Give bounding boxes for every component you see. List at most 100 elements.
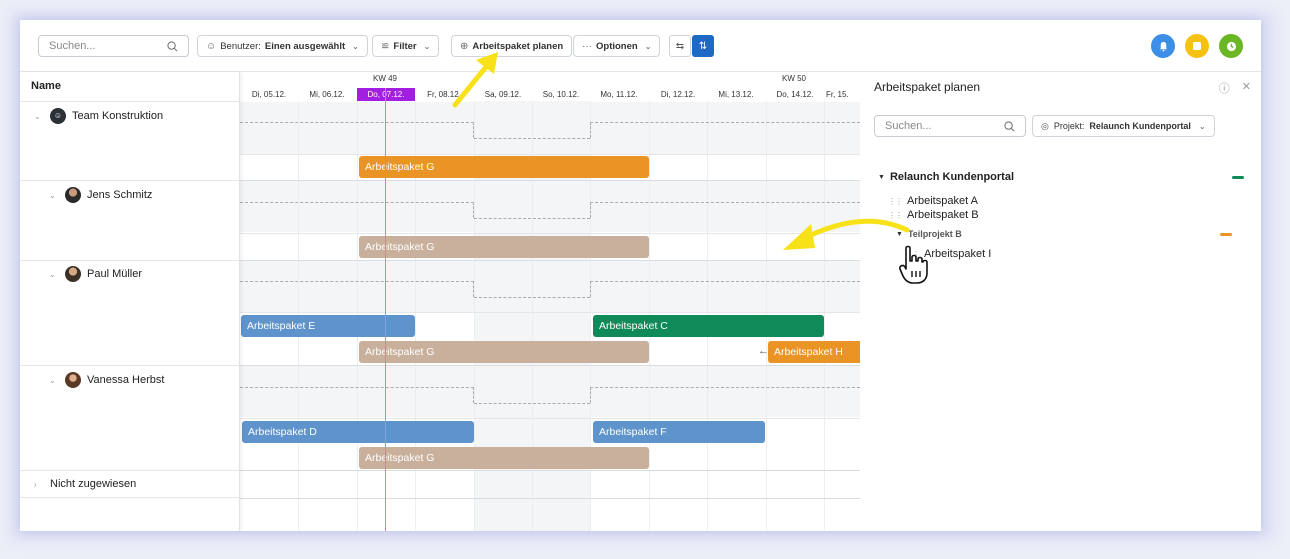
chevron-down-icon[interactable]: ⌄ bbox=[49, 270, 59, 279]
tree-project[interactable]: ▼ Relaunch Kundenportal bbox=[878, 171, 1014, 183]
resource-row-unassigned[interactable]: › Nicht zugewiesen bbox=[34, 478, 136, 490]
filter-button[interactable]: ≌ Filter ⌄ bbox=[372, 35, 440, 57]
users-icon: ☺ bbox=[206, 40, 217, 52]
drag-handle-icon[interactable]: ⋮⋮ bbox=[888, 197, 903, 206]
row-label: Vanessa Herbst bbox=[87, 374, 165, 386]
resource-row-paul[interactable]: ⌄ Paul Müller bbox=[49, 266, 142, 282]
more-icon: ··· bbox=[582, 40, 592, 52]
grid-row-line bbox=[240, 418, 860, 419]
day-header: Mi, 06.12. bbox=[309, 90, 345, 99]
capacity-line bbox=[240, 202, 474, 218]
help-icon[interactable]: ⓘ bbox=[1219, 80, 1230, 96]
chevron-down-icon: ⌄ bbox=[352, 41, 359, 51]
tree-subproject-label: Teilprojekt B bbox=[907, 229, 962, 239]
chevron-down-icon: ⌄ bbox=[1198, 121, 1206, 131]
subproject-color-indicator bbox=[1220, 233, 1232, 236]
work-package-bar[interactable]: Arbeitspaket G bbox=[359, 236, 649, 258]
capacity-line bbox=[590, 387, 860, 403]
filter-icon: ≌ bbox=[381, 40, 390, 52]
sort-toggle-button[interactable]: ⇅ bbox=[692, 35, 714, 57]
notes-button[interactable] bbox=[1185, 34, 1209, 58]
bell-icon bbox=[1159, 41, 1167, 52]
day-header: Do, 14.12. bbox=[776, 90, 814, 99]
grid-row-line bbox=[240, 312, 860, 313]
time-tracking-button[interactable] bbox=[1219, 34, 1243, 58]
day-header: Mi, 13.12. bbox=[718, 90, 754, 99]
avatar bbox=[65, 372, 81, 388]
day-header: Mo, 11.12. bbox=[600, 90, 638, 99]
chevron-down-icon[interactable]: ⌄ bbox=[49, 191, 59, 200]
project-select[interactable]: ◎ Projekt: Relaunch Kundenportal ⌄ bbox=[1032, 115, 1215, 137]
work-package-bar[interactable]: Arbeitspaket C bbox=[593, 315, 824, 337]
chevron-down-icon[interactable]: ⌄ bbox=[49, 376, 59, 385]
panel-search-placeholder: Suchen... bbox=[885, 120, 932, 132]
resource-row-jens[interactable]: ⌄ Jens Schmitz bbox=[49, 187, 152, 203]
day-header: Di, 12.12. bbox=[660, 90, 696, 99]
project-value: Relaunch Kundenportal bbox=[1089, 121, 1191, 131]
capacity-line bbox=[240, 281, 474, 297]
grid-row-line bbox=[240, 233, 860, 234]
resource-row-vanessa[interactable]: ⌄ Vanessa Herbst bbox=[49, 372, 164, 388]
resource-row-team[interactable]: ⌄ ☺ Team Konstruktion bbox=[34, 108, 163, 124]
users-value: Einen ausgewählt bbox=[264, 40, 346, 52]
day-header: So, 10.12. bbox=[542, 90, 580, 99]
row-label: Paul Müller bbox=[87, 268, 143, 280]
notifications-button[interactable] bbox=[1151, 34, 1175, 58]
plan-work-package-panel: Arbeitspaket planen ⓘ ✕ Suchen... ◎ Proj… bbox=[860, 72, 1261, 531]
chevron-down-icon[interactable]: ⌄ bbox=[34, 112, 44, 121]
search-icon bbox=[167, 40, 178, 51]
capacity-line bbox=[590, 281, 860, 297]
row-separator bbox=[240, 498, 860, 499]
work-package-bar[interactable]: Arbeitspaket F bbox=[593, 421, 765, 443]
tree-item[interactable]: ⋮⋮ Arbeitspaket A bbox=[888, 195, 978, 207]
capacity-line bbox=[474, 138, 590, 139]
annotation-arrow-up bbox=[452, 52, 498, 108]
tree-item-label: Arbeitspaket B bbox=[907, 209, 979, 221]
grid-line bbox=[824, 101, 825, 531]
users-filter-button[interactable]: ☺ Benutzer: Einen ausgewählt ⌄ bbox=[197, 35, 368, 57]
capacity-line bbox=[474, 403, 590, 404]
work-package-bar[interactable]: Arbeitspaket G bbox=[359, 341, 649, 363]
work-package-bar[interactable]: Arbeitspaket G bbox=[359, 156, 649, 178]
annotation-arrow-left bbox=[783, 218, 910, 250]
users-label: Benutzer: bbox=[220, 40, 261, 52]
swap-horizontal-button[interactable]: ⇆ bbox=[669, 35, 691, 57]
options-button[interactable]: ··· Optionen ⌄ bbox=[573, 35, 661, 57]
tree-project-label: Relaunch Kundenportal bbox=[889, 171, 1014, 183]
capacity-line bbox=[474, 297, 590, 298]
work-package-bar[interactable]: Arbeitspaket D bbox=[242, 421, 474, 443]
filter-label: Filter bbox=[393, 40, 417, 52]
day-header: Fr, 15. bbox=[826, 90, 849, 99]
search-icon bbox=[1004, 120, 1015, 131]
search-input[interactable]: Suchen... bbox=[38, 35, 189, 57]
week-label: KW 50 bbox=[782, 74, 807, 83]
options-label: Optionen bbox=[596, 40, 638, 52]
project-label: Projekt: bbox=[1053, 121, 1085, 131]
note-icon bbox=[1193, 42, 1201, 50]
hand-cursor-icon bbox=[899, 245, 928, 284]
capacity-line bbox=[240, 122, 474, 138]
capacity-line bbox=[240, 387, 474, 403]
tree-item-label: Arbeitspaket I bbox=[924, 248, 992, 260]
chevron-right-icon[interactable]: › bbox=[34, 480, 44, 489]
swap-horizontal-icon: ⇆ bbox=[675, 40, 685, 52]
panel-search-input[interactable]: Suchen... bbox=[874, 115, 1026, 137]
day-header: Di, 05.12. bbox=[251, 90, 287, 99]
row-separator bbox=[240, 260, 860, 261]
capacity-line bbox=[590, 122, 860, 138]
work-package-bar[interactable]: Arbeitspaket G bbox=[359, 447, 649, 469]
app-window: Suchen... ☺ Benutzer: Einen ausgewählt ⌄… bbox=[20, 20, 1261, 531]
chevron-down-icon: ⌄ bbox=[423, 41, 431, 51]
team-icon: ☺ bbox=[50, 108, 66, 124]
close-icon[interactable]: ✕ bbox=[1242, 80, 1251, 96]
work-package-bar[interactable]: Arbeitspaket E bbox=[241, 315, 415, 337]
avatar bbox=[65, 266, 81, 282]
capacity-line bbox=[474, 218, 590, 219]
avatar bbox=[65, 187, 81, 203]
clock-icon bbox=[1226, 41, 1236, 51]
day-header-selected[interactable]: Do, 07.12. bbox=[357, 88, 415, 101]
target-icon: ◎ bbox=[1041, 120, 1049, 131]
search-placeholder: Suchen... bbox=[49, 40, 96, 52]
row-label: Team Konstruktion bbox=[72, 110, 164, 122]
work-package-bar[interactable]: Arbeitspaket H bbox=[768, 341, 860, 363]
